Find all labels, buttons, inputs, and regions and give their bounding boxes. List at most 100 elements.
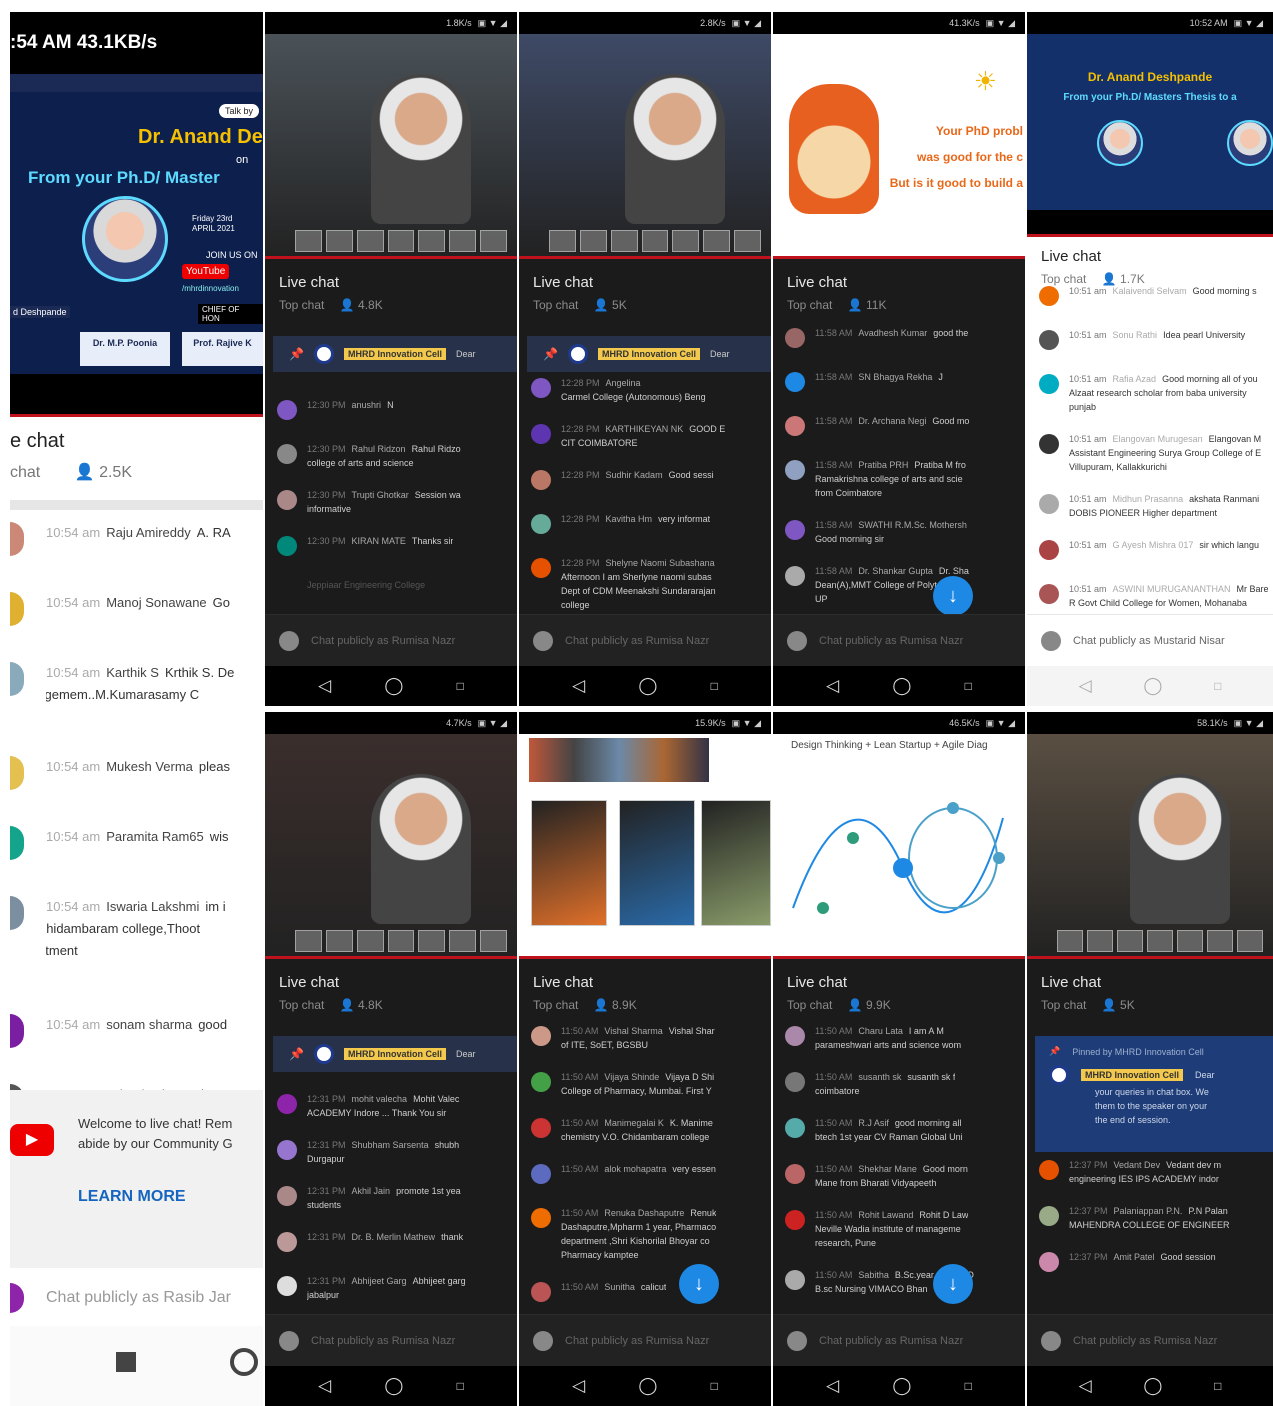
chat-message[interactable]: 12:28 PM Angelina Carmel College (Autonomo… — [531, 376, 771, 422]
chat-message[interactable]: 10:54 am Karthik S Krthik S. De Managemem..… — [10, 662, 263, 756]
chat-input-row[interactable]: Chat publicly as Rumisa Nazr — [1027, 1314, 1273, 1366]
chat-message[interactable]: 12:30 PM KIRAN MATE Thanks sir — [277, 534, 517, 578]
chat-message[interactable]: 11:50 AM Charu Lata I am A M parameshwari a… — [785, 1024, 1025, 1070]
nav-recents-icon[interactable]: □ — [1214, 679, 1221, 693]
progress-bar[interactable] — [519, 956, 771, 959]
chat-mode[interactable]: Top chat 👤 5K — [533, 298, 627, 312]
pinned-message-expanded[interactable]: 📌 Pinned by MHRD Innovation Cell MHRD Inn… — [1035, 1036, 1273, 1152]
chat-input[interactable]: Chat publicly as Rumisa Nazr — [311, 1335, 455, 1347]
nav-home-icon[interactable]: ◯ — [638, 676, 657, 696]
chat-message[interactable]: 10:51 am Sonu Rathi Idea pearl University — [1039, 328, 1273, 372]
chat-message[interactable]: 11:50 AM Rohit Lawand Rohit D Law Neville W… — [785, 1208, 1025, 1268]
chat-message[interactable]: 12:37 PM Vedant Dev Vedant dev m engineerin… — [1039, 1158, 1273, 1204]
progress-bar[interactable] — [519, 256, 771, 259]
chat-mode[interactable]: Top chat 👤 11K — [787, 298, 886, 312]
nav-home-icon[interactable]: ◯ — [384, 676, 403, 696]
chat-message[interactable]: 11:50 AMSabithaB.Sc.year, VIMACOB.sc Nur… — [785, 1268, 1025, 1314]
pinned-message[interactable]: 📌 MHRD Innovation Cell Dear — [273, 336, 517, 372]
chat-message[interactable]: 10:54 am Raju Amireddy A. RA — [10, 522, 263, 592]
emoji-icon[interactable] — [1041, 1330, 1061, 1351]
chat-message[interactable]: 11:58 AM Avadhesh Kumar good the — [785, 326, 1025, 370]
nav-home-icon[interactable] — [230, 1348, 258, 1376]
chat-input[interactable]: Chat publicly as Mustarid Nisar — [1073, 635, 1225, 647]
chat-message[interactable]: 11:58 AM SN Bhagya Rekha J — [785, 370, 1025, 414]
video-player[interactable]: Dr. Anand Deshpande From your Ph.D/ Maste… — [1027, 34, 1273, 234]
chat-message[interactable]: 10:54 am Mukesh Verma pleas — [10, 756, 263, 826]
progress-bar[interactable] — [10, 414, 263, 417]
chat-mode[interactable]: Top chat 👤 4.8K — [279, 998, 383, 1012]
nav-home-icon[interactable]: ◯ — [638, 1376, 657, 1396]
chat-message[interactable]: 10:51 am Elangovan Murugesan Elangovan M As… — [1039, 432, 1273, 492]
nav-home-icon[interactable]: ◯ — [1143, 1376, 1162, 1396]
nav-back-icon[interactable]: ◁ — [826, 676, 839, 696]
scroll-down-button[interactable]: ↓ — [933, 576, 973, 616]
nav-home-icon[interactable]: ◯ — [384, 1376, 403, 1396]
chat-mode[interactable]: chat 👤 2.5K — [10, 462, 132, 482]
chat-message[interactable]: 11:50 AM alok mohapatra very essen — [531, 1162, 771, 1206]
pinned-message[interactable]: 📌 MHRD Innovation Cell Dear — [273, 1036, 517, 1072]
chat-input[interactable]: Chat publicly as Rumisa Nazr — [819, 1335, 963, 1347]
progress-bar[interactable] — [265, 956, 517, 959]
nav-back-icon[interactable]: ◁ — [572, 1376, 585, 1396]
chat-mode[interactable]: Top chat 👤 8.9K — [533, 998, 637, 1012]
chat-message[interactable]: 12:30 PM Rahul Ridzon Rahul Ridzo college o… — [277, 442, 517, 488]
video-player[interactable]: Design Thinking + Lean Startup + Agile D… — [773, 734, 1025, 956]
chat-input[interactable]: Chat publicly as Rumisa Nazr — [565, 1335, 709, 1347]
chat-message[interactable]: 12:31 PM Akhil Jain promote 1st yea student… — [277, 1184, 517, 1230]
progress-bar[interactable] — [1027, 956, 1273, 959]
video-player[interactable] — [519, 734, 771, 956]
chat-message[interactable]: 11:50 AM Shekhar Mane Good morn Mane from B… — [785, 1162, 1025, 1208]
chat-input[interactable]: Chat publicly as Rumisa Nazr — [311, 635, 455, 647]
chat-message[interactable]: 11:50 AM R.J Asif good morning all btech 1s… — [785, 1116, 1025, 1162]
video-player[interactable]: ☀ Your PhD probl was good for the c But is … — [773, 34, 1025, 256]
chat-input-row[interactable]: Chat publicly as Mustarid Nisar — [1027, 614, 1273, 666]
chat-input-row[interactable]: Chat publicly as Rumisa Nazr — [773, 1314, 1025, 1366]
chat-message[interactable]: 10:54 am Manoj Sonawane Go — [10, 592, 263, 662]
chat-input-row[interactable]: Chat publicly as Rumisa Nazr — [519, 1314, 771, 1366]
emoji-icon[interactable] — [787, 630, 807, 651]
nav-recents-icon[interactable]: □ — [457, 1379, 464, 1393]
chat-input-row[interactable]: Chat publicly as Rumisa Nazr — [773, 614, 1025, 666]
chat-message[interactable]: 10:54 am sonam sharma good — [10, 1014, 263, 1084]
video-player[interactable]: Talk by Dr. Anand De on From your Ph.D/ … — [10, 74, 263, 414]
video-player[interactable] — [519, 34, 771, 256]
nav-back-icon[interactable]: ◁ — [1079, 1376, 1092, 1396]
chat-message[interactable]: 11:58 AM Dr. Archana Negi Good mo — [785, 414, 1025, 458]
chat-message[interactable]: 11:50 AM Vishal Sharma Vishal Shar of ITE, … — [531, 1024, 771, 1070]
nav-back-icon[interactable]: ◁ — [318, 1376, 331, 1396]
chat-input[interactable]: Chat publicly as Rumisa Nazr — [1073, 1335, 1217, 1347]
chat-message[interactable]: 11:50 AM Vijaya Shinde Vijaya D Shi College… — [531, 1070, 771, 1116]
chat-input-row[interactable]: Chat publicly as Rumisa Nazr — [265, 1314, 517, 1366]
emoji-icon[interactable] — [1041, 630, 1061, 651]
nav-recents-icon[interactable]: □ — [711, 679, 718, 693]
progress-bar[interactable] — [265, 256, 517, 259]
chat-input-row[interactable]: Chat publicly as Rasib Jar — [10, 1268, 263, 1328]
chat-message[interactable]: 11:50 AM Manimegalai K K. Manime chemistry … — [531, 1116, 771, 1162]
nav-back-icon[interactable]: ◁ — [572, 676, 585, 696]
chat-message[interactable]: 10:51 am G Ayesh Mishra 017 sir which lang… — [1039, 538, 1273, 582]
nav-back-icon[interactable]: ◁ — [318, 676, 331, 696]
chat-message[interactable]: 12:28 PM KARTHIKEYAN NK GOOD E CIT COIMBATO… — [531, 422, 771, 468]
chat-message[interactable]: 11:50 AM susanth sk susanth sk f coimbatore — [785, 1070, 1025, 1116]
chat-message[interactable]: 12:37 PM Palaniappan P.N. P.N Palan MAHENDR… — [1039, 1204, 1273, 1250]
progress-bar[interactable] — [773, 956, 1025, 959]
video-player[interactable] — [265, 34, 517, 256]
chat-message[interactable]: 10:54 am Paramita Ram65 wis — [10, 826, 263, 896]
progress-bar[interactable] — [1027, 234, 1273, 237]
chat-input-row[interactable]: Chat publicly as Rumisa Nazr — [265, 614, 517, 666]
emoji-icon[interactable] — [279, 1330, 299, 1351]
chat-message[interactable]: 11:50 AM Renuka Dashaputre Renuk Dashaputre… — [531, 1206, 771, 1280]
chat-mode[interactable]: Top chat 👤 4.8K — [279, 298, 383, 312]
chat-message[interactable]: 12:30 PM Trupti Ghotkar Session wa informat… — [277, 488, 517, 534]
emoji-icon[interactable] — [533, 630, 553, 651]
chat-message[interactable]: 10:54 am Iswaria Lakshmi im i V.O.Chidambar… — [10, 896, 263, 1014]
chat-message[interactable]: 10:51 am Rafia Azad Good morning all of yo… — [1039, 372, 1273, 432]
video-player[interactable] — [1027, 734, 1273, 956]
scroll-down-button[interactable]: ↓ — [933, 1264, 973, 1304]
pinned-message[interactable]: 📌 MHRD Innovation Cell Dear — [527, 336, 771, 372]
emoji-icon[interactable] — [533, 1330, 553, 1351]
chat-message[interactable]: 11:58 AM Pratiba PRH Pratiba M fro Ramakris… — [785, 458, 1025, 518]
nav-home-icon[interactable]: ◯ — [892, 676, 911, 696]
nav-recents-icon[interactable]: □ — [457, 679, 464, 693]
nav-recents-icon[interactable]: □ — [965, 1379, 972, 1393]
